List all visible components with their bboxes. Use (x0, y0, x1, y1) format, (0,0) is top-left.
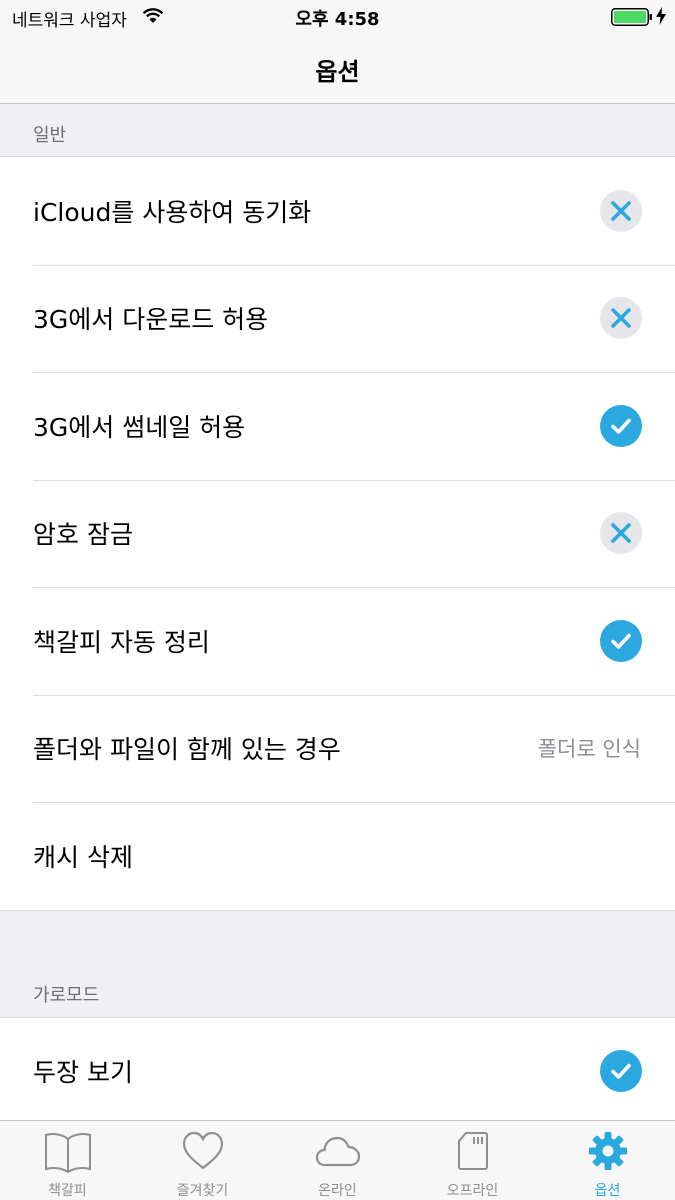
folder-mode-value: 폴더로 인식 (537, 737, 641, 762)
row-passcode-lock[interactable]: 암호 잠금 (0, 479, 675, 587)
x-mark-icon (611, 523, 631, 544)
tab-label: 옵션 (594, 1183, 621, 1199)
section-header-label: 가로모드 (33, 985, 100, 1006)
settings-group-landscape: 두장 보기 (0, 1017, 675, 1124)
tab-label: 즐겨찾기 (176, 1183, 229, 1199)
options-screen: 네트워크 사업자 오후 4:58 옵션 일반 iCloud를 사용하여 동기화 … (0, 0, 675, 1200)
heart-icon (182, 1131, 224, 1175)
tab-favorites[interactable]: 즐겨찾기 (135, 1121, 270, 1200)
row-label: 3G에서 다운로드 허용 (33, 305, 269, 335)
section-header-landscape: 가로모드 (0, 910, 675, 1017)
charging-bolt-icon (656, 7, 666, 29)
status-time: 오후 4:58 (295, 9, 380, 30)
row-label: 3G에서 썸네일 허용 (33, 412, 246, 442)
row-label: 두장 보기 (33, 1058, 133, 1087)
sd-card-icon (457, 1131, 489, 1175)
tab-label: 책갈피 (48, 1183, 87, 1199)
section-header-label: 일반 (33, 125, 67, 146)
section-header-general: 일반 (0, 104, 675, 156)
row-icloud-sync[interactable]: iCloud를 사용하여 동기화 (0, 157, 675, 265)
row-3g-thumbnail[interactable]: 3G에서 썸네일 허용 (0, 372, 675, 480)
row-folder-file-mode[interactable]: 폴더와 파일이 함께 있는 경우 폴더로 인식 (0, 694, 675, 802)
tab-online[interactable]: 온라인 (270, 1121, 405, 1200)
3g-download-toggle[interactable] (600, 297, 642, 340)
status-bar: 네트워크 사업자 오후 4:58 (0, 0, 675, 34)
row-label: 캐시 삭제 (33, 842, 133, 872)
bookmark-cleanup-toggle[interactable] (600, 619, 642, 662)
checkmark-icon (611, 633, 631, 649)
gear-icon (588, 1131, 628, 1175)
checkmark-icon (611, 1063, 631, 1079)
page-title: 옵션 (315, 58, 360, 86)
navigation-bar: 옵션 (0, 34, 675, 104)
passcode-lock-toggle[interactable] (600, 512, 642, 555)
tab-options[interactable]: 옵션 (540, 1121, 675, 1200)
tab-bar: 책갈피 즐겨찾기 온라인 오프라인 옵션 (0, 1120, 675, 1200)
icloud-sync-toggle[interactable] (600, 189, 642, 232)
tab-label: 온라인 (318, 1183, 357, 1199)
x-mark-icon (611, 200, 631, 221)
tab-offline[interactable]: 오프라인 (405, 1121, 540, 1200)
row-label: 폴더와 파일이 함께 있는 경우 (33, 735, 341, 765)
row-label: 책갈피 자동 정리 (33, 627, 210, 657)
checkmark-icon (611, 418, 631, 434)
settings-group-general: iCloud를 사용하여 동기화 3G에서 다운로드 허용 3G에서 썸네일 허… (0, 156, 675, 911)
cloud-icon (315, 1135, 361, 1171)
tab-bookmarks[interactable]: 책갈피 (0, 1121, 135, 1200)
row-clear-cache[interactable]: 캐시 삭제 (0, 802, 675, 910)
battery-icon (611, 8, 653, 30)
two-page-view-toggle[interactable] (600, 1050, 642, 1092)
3g-thumbnail-toggle[interactable] (600, 404, 642, 447)
row-3g-download[interactable]: 3G에서 다운로드 허용 (0, 264, 675, 372)
row-bookmark-auto-cleanup[interactable]: 책갈피 자동 정리 (0, 587, 675, 695)
tab-label: 오프라인 (446, 1183, 499, 1199)
book-icon (44, 1131, 92, 1177)
row-label: iCloud를 사용하여 동기화 (33, 197, 312, 227)
row-two-page-view[interactable]: 두장 보기 (0, 1018, 675, 1124)
x-mark-icon (611, 308, 631, 329)
row-label: 암호 잠금 (33, 520, 133, 550)
